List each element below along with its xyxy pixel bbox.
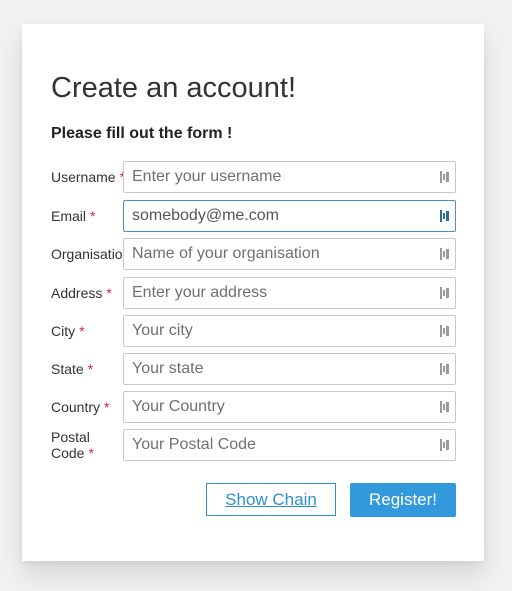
form-subtitle: Please fill out the form ! [51,125,233,142]
address-row: Address * [51,277,456,309]
postal-code-row: Postal Code * [51,429,456,461]
username-input[interactable] [124,162,424,192]
required-marker: * [90,208,96,224]
address-label: Address * [51,285,112,301]
required-marker: * [88,445,94,461]
city-row: City * [51,315,456,347]
keychain-icon[interactable] [440,363,449,375]
state-input[interactable] [124,354,424,384]
state-row: State * [51,353,456,385]
account-form-card: Create an account! Please fill out the f… [22,24,484,561]
country-row: Country * [51,391,456,423]
keychain-icon[interactable] [440,401,449,413]
email-input[interactable] [124,201,424,231]
city-input[interactable] [124,316,424,346]
postal-code-field-box [123,429,456,461]
country-field-box [123,391,456,423]
form-title: Create an account! [51,72,297,104]
postal-code-input[interactable] [124,430,424,460]
username-label: Username* [51,161,123,193]
keychain-icon[interactable] [440,210,449,222]
keychain-icon[interactable] [440,439,449,451]
keychain-icon[interactable] [440,325,449,337]
organisation-row: Organisation [51,238,456,270]
country-input[interactable] [124,392,424,422]
city-field-box [123,315,456,347]
required-marker: * [79,323,85,339]
address-input[interactable] [124,278,424,308]
required-marker: * [104,399,110,415]
organisation-input[interactable] [124,239,424,269]
required-marker: * [106,285,112,301]
username-field-box [123,161,456,193]
email-label: Email * [51,208,96,224]
keychain-icon[interactable] [440,171,449,183]
username-row: Username* [51,161,456,193]
organisation-field-box [123,238,456,270]
keychain-icon[interactable] [440,287,449,299]
postal-code-label: Postal Code * [51,429,94,461]
address-field-box [123,277,456,309]
state-field-box [123,353,456,385]
state-label: State * [51,361,94,377]
register-button[interactable]: Register! [350,483,456,517]
organisation-label: Organisation [51,246,123,262]
email-row: Email * [51,200,456,232]
keychain-icon[interactable] [440,248,449,260]
email-field-box [123,200,456,232]
country-label: Country * [51,399,110,415]
city-label: City * [51,323,85,339]
required-marker: * [87,361,94,377]
show-chain-button[interactable]: Show Chain [206,483,336,516]
